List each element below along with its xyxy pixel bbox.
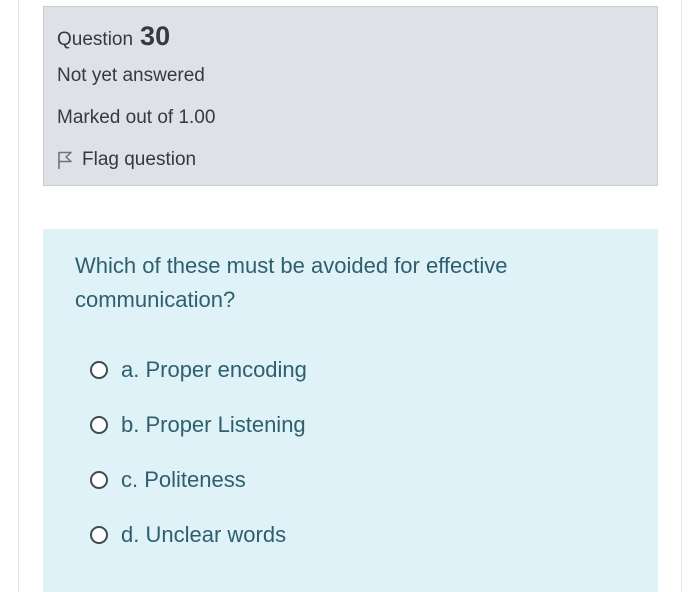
- answer-option-a[interactable]: a. Proper encoding: [90, 353, 307, 386]
- question-text: Which of these must be avoided for effec…: [75, 253, 508, 312]
- question-grade: Marked out of 1.00: [57, 107, 216, 128]
- answer-option-d[interactable]: d. Unclear words: [90, 518, 307, 551]
- answer-options: a. Proper encoding b. Proper Listening c…: [90, 353, 307, 573]
- radio-button-c[interactable]: [90, 470, 108, 489]
- flag-question-button[interactable]: Flag question: [56, 149, 196, 171]
- question-heading: Question 30: [57, 21, 170, 52]
- radio-button-d[interactable]: [90, 525, 108, 544]
- answer-option-label: c. Politeness: [121, 466, 246, 492]
- question-state: Not yet answered: [57, 65, 205, 86]
- answer-option-label: a. Proper encoding: [121, 356, 307, 382]
- flag-question-label: Flag question: [82, 149, 197, 170]
- radio-button-a[interactable]: [90, 360, 108, 379]
- answer-option-label: b. Proper Listening: [121, 411, 306, 437]
- question-word: Question: [57, 29, 134, 50]
- answer-option-label: d. Unclear words: [121, 521, 287, 547]
- answer-option-c[interactable]: c. Politeness: [90, 463, 307, 496]
- question-formulation: Which of these must be avoided for effec…: [43, 229, 658, 592]
- answer-option-b[interactable]: b. Proper Listening: [90, 408, 307, 441]
- flag-icon: [58, 151, 72, 169]
- question-info-panel: Question 30 Not yet answered Marked out …: [43, 6, 658, 186]
- question-number: 30: [140, 21, 171, 51]
- radio-button-b[interactable]: [90, 415, 108, 434]
